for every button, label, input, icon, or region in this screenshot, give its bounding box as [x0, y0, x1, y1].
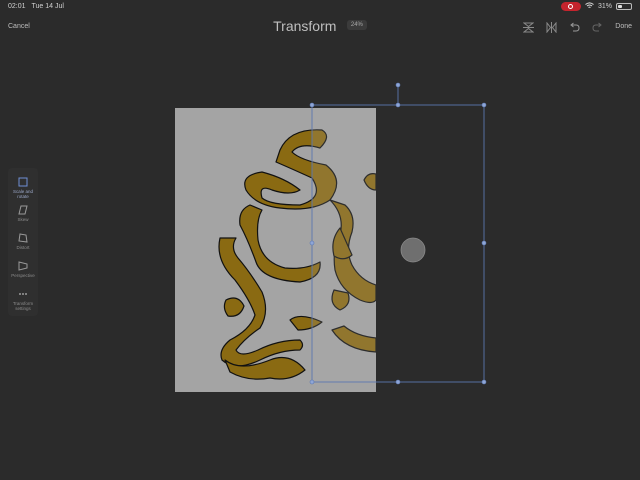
handle-left[interactable]: [309, 240, 315, 246]
page-title: Transform: [273, 18, 337, 34]
clock-time: 02:01: [8, 3, 26, 10]
handle-top[interactable]: [395, 102, 401, 108]
flip-horizontal-icon[interactable]: [544, 20, 558, 34]
screen-record-icon[interactable]: [560, 2, 581, 11]
handle-bottom-left[interactable]: [309, 379, 315, 385]
redo-icon[interactable]: [590, 20, 604, 34]
status-indicators: 31%: [560, 2, 632, 11]
artwork-canvas[interactable]: [0, 40, 640, 480]
toolbar-icons: [521, 20, 604, 34]
handle-bottom[interactable]: [395, 379, 401, 385]
zoom-level[interactable]: 24%: [346, 19, 367, 30]
top-toolbar: Cancel Transform 24% Done: [0, 14, 640, 40]
touch-cursor: [400, 237, 426, 263]
battery-icon: [616, 3, 632, 10]
status-time: 02:01 Tue 14 Jul: [8, 3, 64, 10]
status-bar: 02:01 Tue 14 Jul 31%: [0, 0, 640, 14]
battery-percent: 31%: [597, 3, 612, 10]
canvas-area[interactable]: [0, 40, 640, 480]
clock-date: Tue 14 Jul: [31, 3, 64, 10]
handle-top-right[interactable]: [481, 102, 487, 108]
flip-vertical-icon[interactable]: [521, 20, 535, 34]
done-button[interactable]: Done: [615, 23, 632, 30]
handle-right[interactable]: [481, 240, 487, 246]
undo-icon[interactable]: [567, 20, 581, 34]
handle-bottom-right[interactable]: [481, 379, 487, 385]
rotate-handle[interactable]: [395, 82, 401, 88]
handle-top-left[interactable]: [309, 102, 315, 108]
selection-overlay: [312, 108, 376, 383]
wifi-icon: [585, 2, 594, 11]
